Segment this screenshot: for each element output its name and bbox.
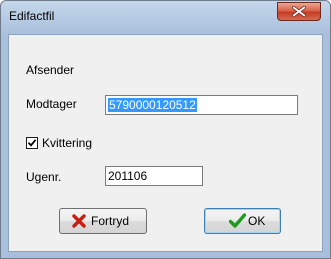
title-bar[interactable]: Edifactfil: [1, 1, 330, 34]
dialog-body: Afsender Modtager 5790000120512 Kvitteri…: [8, 34, 323, 252]
dialog-window: Edifactfil Afsender Modtager 57900001205…: [0, 0, 331, 259]
receipt-checkbox[interactable]: [26, 137, 38, 149]
close-icon: [292, 5, 306, 18]
cancel-button[interactable]: Fortryd: [59, 208, 147, 234]
green-checkmark-icon: [229, 213, 246, 228]
week-label: Ugenr.: [26, 170, 62, 184]
week-value: 201106: [108, 169, 148, 183]
checkmark-icon: [27, 139, 37, 147]
week-input[interactable]: 201106: [105, 166, 203, 186]
close-button[interactable]: [277, 2, 321, 21]
receipt-label[interactable]: Kvittering: [42, 136, 92, 150]
receiver-value: 5790000120512: [108, 98, 197, 112]
window-title: Edifactfil: [9, 9, 55, 23]
receiver-input[interactable]: 5790000120512: [105, 95, 298, 115]
ok-button[interactable]: OK: [204, 208, 281, 234]
cancel-button-label: Fortryd: [91, 214, 130, 228]
ok-button-label: OK: [248, 214, 266, 228]
red-x-icon: [72, 214, 86, 228]
receiver-label: Modtager: [26, 97, 77, 111]
sender-label: Afsender: [26, 63, 75, 77]
